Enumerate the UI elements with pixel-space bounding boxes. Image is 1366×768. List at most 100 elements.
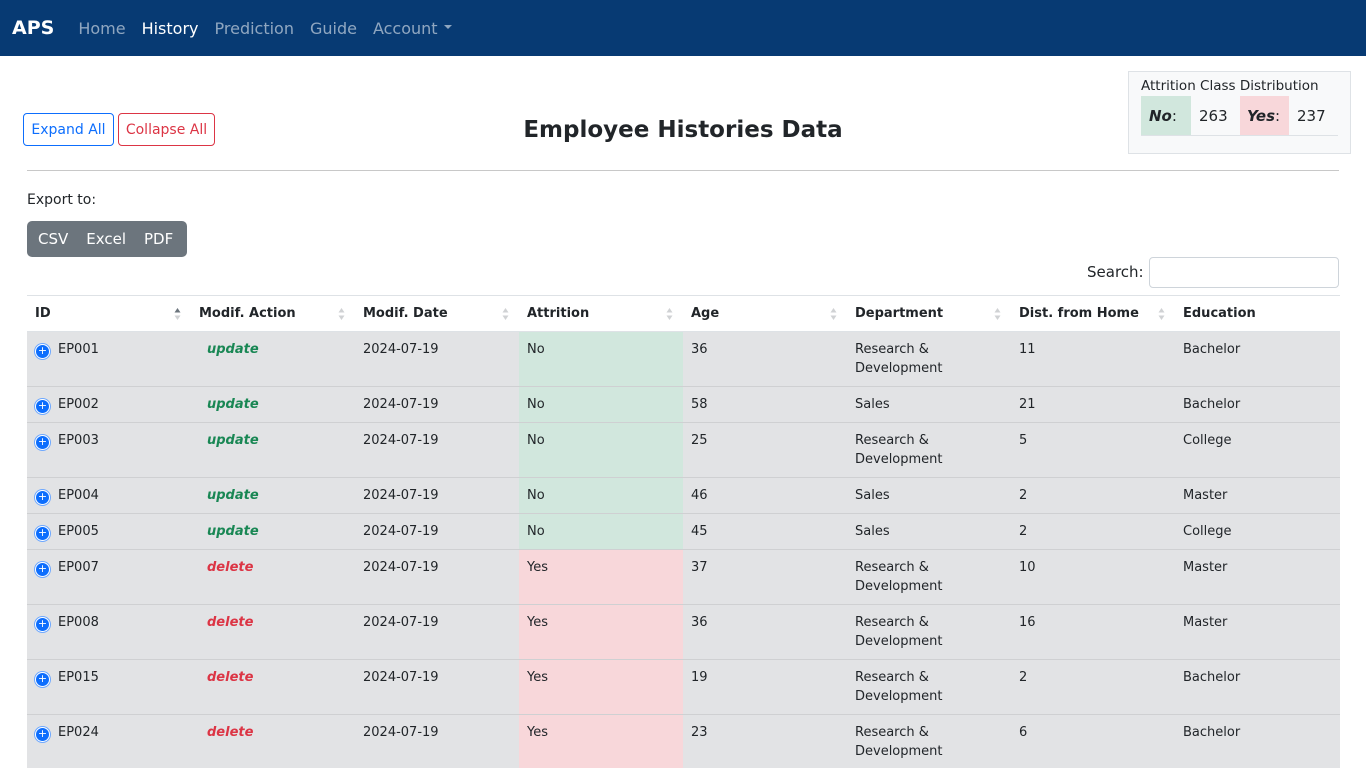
modif-action-label: delete: [207, 615, 254, 630]
nav-home[interactable]: Home: [78, 19, 125, 38]
expand-row-icon[interactable]: +: [35, 435, 50, 450]
table-cell: 11: [1011, 331, 1175, 387]
modif-action-label: update: [207, 342, 259, 357]
table-cell: No: [519, 331, 683, 387]
employee-histories-table: ID Modif. Action Modif. Date Attrition Age De…: [27, 295, 1340, 768]
table-row[interactable]: + EP008 delete 2024-07-19 Yes 36 Research & De…: [27, 604, 1340, 660]
expand-row-icon[interactable]: +: [35, 617, 50, 632]
table-cell: Research & Development: [847, 659, 1011, 715]
table-header-row: ID Modif. Action Modif. Date Attrition Age De…: [27, 295, 1340, 332]
table-cell: 2024-07-19: [355, 331, 519, 387]
table-cell: Research & Development: [847, 422, 1011, 478]
table-row[interactable]: + EP001 update 2024-07-19 No 36 Research & Dev…: [27, 331, 1340, 387]
table-cell: College: [1175, 513, 1340, 550]
column-header[interactable]: Age: [683, 295, 847, 332]
column-header[interactable]: Modif. Action: [191, 295, 355, 332]
expand-row-icon[interactable]: +: [35, 526, 50, 541]
nav-prediction[interactable]: Prediction: [215, 19, 294, 38]
column-header[interactable]: ID: [27, 295, 191, 332]
table-cell: Research & Development: [847, 549, 1011, 605]
sort-icon: [174, 308, 181, 320]
table-cell: 5: [1011, 422, 1175, 478]
employee-id: EP008: [58, 615, 99, 630]
column-header-label: ID: [35, 306, 51, 321]
table-cell: delete: [191, 659, 355, 715]
sort-icon: [502, 308, 509, 320]
table-cell: delete: [191, 549, 355, 605]
table-row[interactable]: + EP015 delete 2024-07-19 Yes 19 Research & De…: [27, 659, 1340, 715]
employee-id: EP001: [58, 342, 99, 357]
table-cell: + EP004: [27, 477, 191, 514]
table-row[interactable]: + EP024 delete 2024-07-19 Yes 23 Research & De…: [27, 714, 1340, 768]
column-header-label: Modif. Action: [199, 306, 296, 321]
chevron-down-icon: [443, 25, 452, 29]
brand-logo[interactable]: APS: [12, 17, 54, 39]
table-row[interactable]: + EP002 update 2024-07-19 No 58 Sales 21 Bachelo…: [27, 386, 1340, 423]
column-header-label: Education: [1183, 306, 1256, 321]
table-cell: 6: [1011, 714, 1175, 768]
column-header[interactable]: Department: [847, 295, 1011, 332]
distribution-yes-value: 237: [1297, 106, 1326, 125]
nav-guide[interactable]: Guide: [310, 19, 357, 38]
table-row[interactable]: + EP005 update 2024-07-19 No 45 Sales 2 College: [27, 513, 1340, 550]
expand-row-icon[interactable]: +: [35, 490, 50, 505]
table-cell: Master: [1175, 477, 1340, 514]
table-cell: Yes: [519, 549, 683, 605]
search-label: Search:: [1087, 263, 1144, 281]
distribution-no-value: 263: [1199, 106, 1228, 125]
export-button-group: CSV Excel PDF: [27, 221, 187, 257]
nav-history[interactable]: History: [142, 19, 199, 38]
column-header[interactable]: Education: [1175, 295, 1340, 332]
table-cell: 36: [683, 331, 847, 387]
table-cell: 45: [683, 513, 847, 550]
navbar: APS Home History Prediction Guide Accoun…: [0, 0, 1366, 56]
modif-action-label: delete: [207, 670, 254, 685]
nav-account-dropdown[interactable]: Account: [373, 19, 452, 38]
table-cell: + EP024: [27, 714, 191, 768]
table-cell: + EP015: [27, 659, 191, 715]
expand-row-icon[interactable]: +: [35, 344, 50, 359]
column-header[interactable]: Attrition: [519, 295, 683, 332]
table-cell: Research & Development: [847, 604, 1011, 660]
table-cell: 36: [683, 604, 847, 660]
table-cell: 46: [683, 477, 847, 514]
export-pdf-button[interactable]: PDF: [144, 230, 173, 248]
table-cell: 2: [1011, 659, 1175, 715]
sort-icon: [994, 308, 1001, 320]
table-cell: + EP005: [27, 513, 191, 550]
table-cell: Sales: [847, 477, 1011, 514]
column-header-label: Attrition: [527, 306, 590, 321]
modif-action-label: update: [207, 488, 259, 503]
column-header[interactable]: Dist. from Home: [1011, 295, 1175, 332]
column-header-label: Department: [855, 306, 944, 321]
table-cell: 16: [1011, 604, 1175, 660]
expand-row-icon[interactable]: +: [35, 399, 50, 414]
table-cell: Sales: [847, 513, 1011, 550]
table-cell: 2: [1011, 513, 1175, 550]
table-cell: Bachelor: [1175, 659, 1340, 715]
column-header[interactable]: Modif. Date: [355, 295, 519, 332]
distribution-title: Attrition Class Distribution: [1141, 78, 1319, 94]
sort-icon: [666, 308, 673, 320]
sort-icon: [338, 308, 345, 320]
table-row[interactable]: + EP003 update 2024-07-19 No 25 Research & Dev…: [27, 422, 1340, 478]
table-cell: Bachelor: [1175, 386, 1340, 423]
table-cell: update: [191, 513, 355, 550]
search-input[interactable]: [1149, 257, 1339, 288]
table-cell: update: [191, 422, 355, 478]
table-cell: + EP007: [27, 549, 191, 605]
expand-row-icon[interactable]: +: [35, 672, 50, 687]
sort-icon: [1158, 308, 1165, 320]
export-csv-button[interactable]: CSV: [38, 230, 68, 248]
table-cell: 2024-07-19: [355, 714, 519, 768]
employee-id: EP004: [58, 488, 99, 503]
table-row[interactable]: + EP004 update 2024-07-19 No 46 Sales 2 Master: [27, 477, 1340, 514]
table-cell: 10: [1011, 549, 1175, 605]
table-cell: 25: [683, 422, 847, 478]
expand-row-icon[interactable]: +: [35, 562, 50, 577]
expand-row-icon[interactable]: +: [35, 727, 50, 742]
table-cell: 2024-07-19: [355, 604, 519, 660]
table-row[interactable]: + EP007 delete 2024-07-19 Yes 37 Research & De…: [27, 549, 1340, 605]
export-excel-button[interactable]: Excel: [86, 230, 126, 248]
table-cell: delete: [191, 714, 355, 768]
